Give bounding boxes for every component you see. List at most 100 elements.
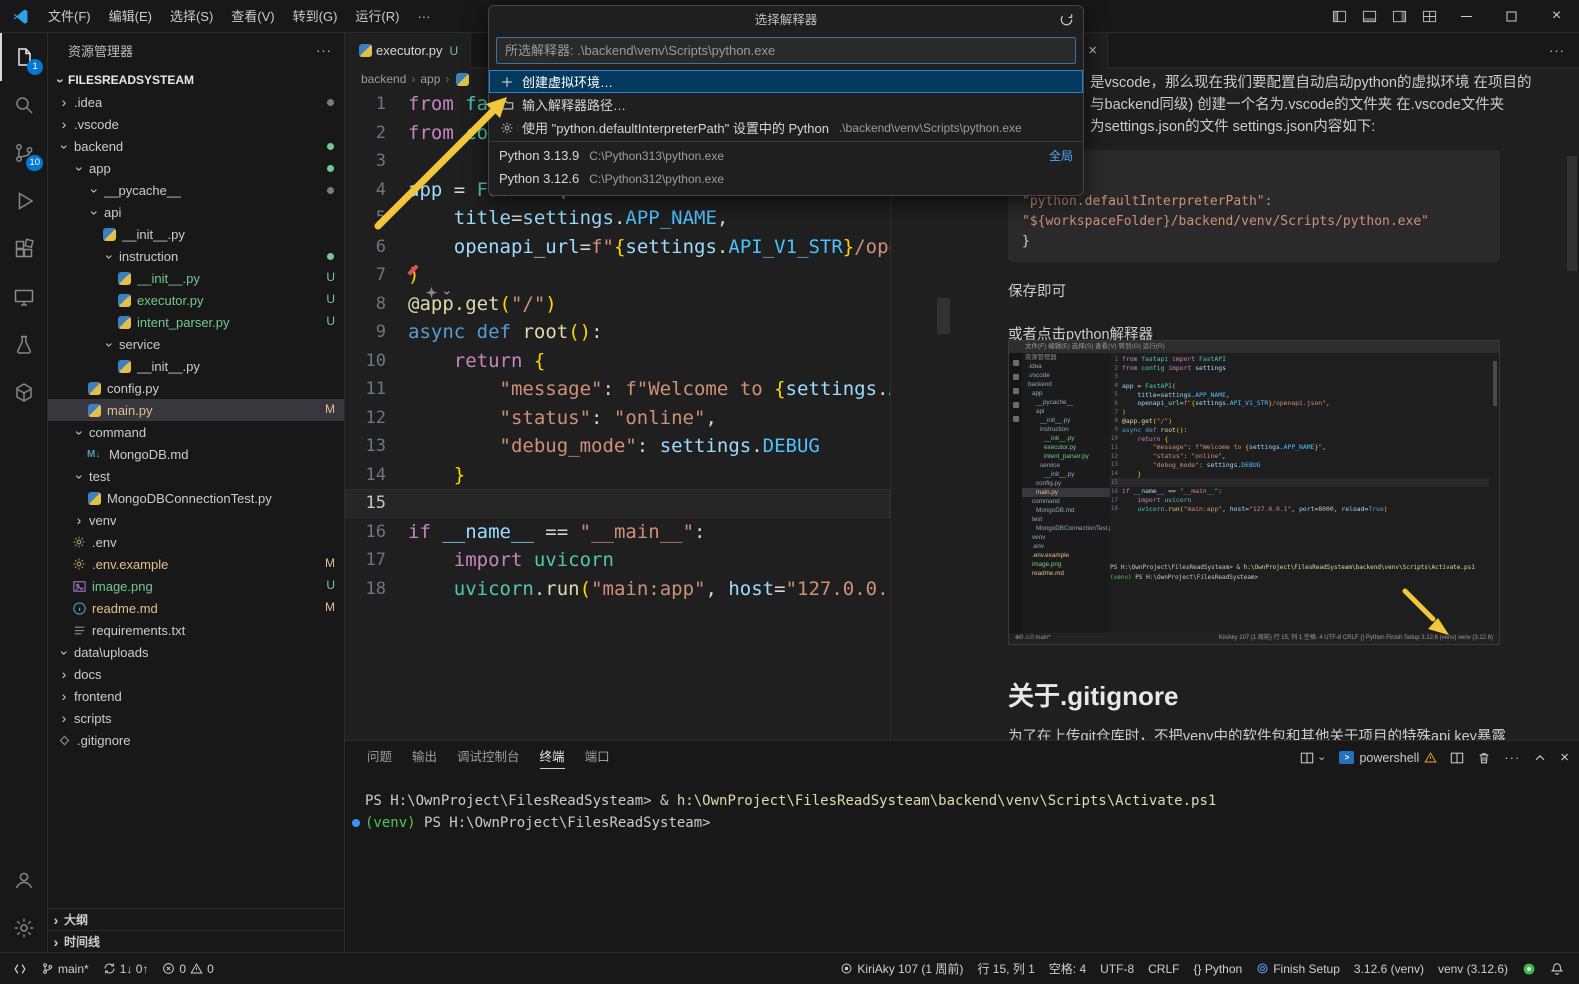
menu-f[interactable]: 文件(F): [39, 0, 100, 33]
menu-v[interactable]: 查看(V): [222, 0, 283, 33]
tree-item-scripts[interactable]: ›scripts: [48, 707, 344, 729]
activitybar-explorer[interactable]: 1: [0, 33, 48, 81]
panel-tab-[interactable]: 终端: [532, 742, 573, 773]
tree-item-gitignore[interactable]: .gitignore: [48, 729, 344, 751]
close-window-button[interactable]: ×: [1534, 0, 1579, 33]
activitybar-search[interactable]: [0, 81, 48, 129]
tree-item-main-py[interactable]: main.pyM: [48, 399, 344, 421]
shell-selector[interactable]: > powershell: [1339, 751, 1437, 765]
statusbar-cursor-position[interactable]: 行 15, 列 1: [970, 953, 1041, 984]
statusbar-eol[interactable]: CRLF: [1141, 953, 1186, 984]
terminal-view-icon[interactable]: ›: [1300, 751, 1326, 765]
refresh-icon[interactable]: [1059, 12, 1074, 27]
kill-terminal-icon[interactable]: [1477, 751, 1491, 765]
tree-item-init-py[interactable]: __init__.py: [48, 355, 344, 377]
statusbar-sync[interactable]: 1↓ 0↑: [96, 953, 156, 984]
tree-item-test[interactable]: ›test: [48, 465, 344, 487]
command-decoration-dot[interactable]: [352, 819, 360, 827]
tree-item-env-example[interactable]: .env.exampleM: [48, 553, 344, 575]
preview-scrollbar[interactable]: [1567, 156, 1577, 271]
tree-item-pycache[interactable]: ›__pycache__: [48, 179, 344, 201]
tree-item-init-py[interactable]: __init__.pyU: [48, 267, 344, 289]
timeline-section[interactable]: ›时间线: [48, 930, 344, 952]
editor-actions-icon[interactable]: ···: [1549, 33, 1565, 68]
menu-r[interactable]: 运行(R): [346, 0, 408, 33]
interpreter-input[interactable]: 所选解释器: .\backend\venv\Scripts\python.exe: [496, 37, 1076, 64]
copilot-sparkle-icon[interactable]: ›: [425, 285, 455, 299]
tree-item-idea[interactable]: ›.idea: [48, 91, 344, 113]
tree-item-mongodb-md[interactable]: M↓MongoDB.md: [48, 443, 344, 465]
statusbar-venv-indicator[interactable]: venv (3.12.6): [1431, 953, 1515, 984]
statusbar-remote[interactable]: [6, 953, 34, 984]
outline-section[interactable]: ›大纲: [48, 908, 344, 930]
tree-item-init-py[interactable]: __init__.py: [48, 223, 344, 245]
tree-item-instruction[interactable]: ›instruction: [48, 245, 344, 267]
menu-g[interactable]: 转到(G): [284, 0, 347, 33]
split-terminal-icon[interactable]: [1450, 751, 1464, 765]
maximize-button[interactable]: [1489, 0, 1534, 33]
statusbar-env-status[interactable]: [1515, 953, 1543, 984]
statusbar-indentation[interactable]: 空格: 4: [1042, 953, 1093, 984]
tree-item-app[interactable]: ›app: [48, 157, 344, 179]
activitybar-settings[interactable]: [0, 904, 48, 952]
tree-item-docs[interactable]: ›docs: [48, 663, 344, 685]
close-panel-icon[interactable]: ×: [1560, 749, 1569, 766]
activitybar-run-debug[interactable]: [0, 177, 48, 225]
toggle-sidebar-icon[interactable]: [1324, 0, 1354, 33]
tree-item-env[interactable]: .env: [48, 531, 344, 553]
toggle-secondary-sidebar-icon[interactable]: [1384, 0, 1414, 33]
activitybar-accounts[interactable]: [0, 856, 48, 904]
activitybar-source-control[interactable]: 10: [0, 129, 48, 177]
panel-more-actions-icon[interactable]: ···: [1504, 750, 1520, 765]
tree-item-service[interactable]: ›service: [48, 333, 344, 355]
tree-item-data-uploads[interactable]: ›data\uploads: [48, 641, 344, 663]
close-tab-icon[interactable]: ×: [1088, 42, 1097, 59]
activitybar-remote-explorer[interactable]: [0, 273, 48, 321]
tree-item-backend[interactable]: ›backend: [48, 135, 344, 157]
tree-item-image-png[interactable]: image.pngU: [48, 575, 344, 597]
customize-layout-icon[interactable]: [1414, 0, 1444, 33]
tree-item-venv[interactable]: ›venv: [48, 509, 344, 531]
tree-item-frontend[interactable]: ›frontend: [48, 685, 344, 707]
tree-item-requirements-txt[interactable]: requirements.txt: [48, 619, 344, 641]
panel-tab-[interactable]: 端口: [577, 742, 618, 773]
tree-item-intent-parser-py[interactable]: intent_parser.pyU: [48, 311, 344, 333]
activitybar-testing[interactable]: [0, 321, 48, 369]
tree-item-config-py[interactable]: config.py: [48, 377, 344, 399]
workspace-section-header[interactable]: › FILESREADSYSTEAM: [48, 68, 344, 91]
statusbar-python-version[interactable]: 3.12.6 (venv): [1347, 953, 1431, 984]
statusbar-problems[interactable]: 00: [155, 953, 220, 984]
tree-item-mongodbconnectiontest-py[interactable]: MongoDBConnectionTest.py: [48, 487, 344, 509]
statusbar-blame[interactable]: KiriAky 107 (1 周前): [833, 953, 970, 984]
tab-executor-py[interactable]: executor.py U: [345, 33, 471, 68]
menu-overflow[interactable]: ···: [408, 9, 439, 24]
minimize-button[interactable]: [1444, 0, 1489, 33]
tree-item-executor-py[interactable]: executor.pyU: [48, 289, 344, 311]
tree-item-api[interactable]: ›api: [48, 201, 344, 223]
toggle-panel-icon[interactable]: [1354, 0, 1384, 33]
editor-scrollbar[interactable]: [937, 298, 950, 334]
panel-tab-[interactable]: 问题: [359, 742, 400, 773]
statusbar-language[interactable]: {} Python: [1186, 953, 1249, 984]
panel-tab-[interactable]: 调试控制台: [449, 742, 528, 773]
quickpick-item-python-3-12-6[interactable]: Python 3.12.6C:\Python312\python.exe: [489, 167, 1083, 190]
menu-s[interactable]: 选择(S): [161, 0, 222, 33]
statusbar-encoding[interactable]: UTF-8: [1093, 953, 1141, 984]
quickpick-item-python-3-13-9[interactable]: Python 3.13.9C:\Python313\python.exe全局: [489, 144, 1083, 167]
activitybar-extensions[interactable]: [0, 225, 48, 273]
breadcrumb-backend[interactable]: backend: [361, 72, 406, 86]
activitybar-packages[interactable]: [0, 369, 48, 417]
tree-item-vscode[interactable]: ›.vscode: [48, 113, 344, 135]
quickpick-item-[interactable]: 创建虚拟环境…: [489, 70, 1083, 93]
menu-e[interactable]: 编辑(E): [100, 0, 161, 33]
panel-tab-[interactable]: 输出: [404, 742, 445, 773]
tree-item-command[interactable]: ›command: [48, 421, 344, 443]
maximize-panel-icon[interactable]: [1533, 751, 1547, 765]
quickpick-item-python-defaultinterpreterpath-python[interactable]: 使用 "python.defaultInterpreterPath" 设置中的 …: [489, 116, 1083, 139]
explorer-more-actions-icon[interactable]: ···: [316, 43, 332, 58]
quickpick-item-[interactable]: 输入解释器路径…: [489, 93, 1083, 116]
terminal-content[interactable]: PS H:\OwnProject\FilesReadSysteam> & h:\…: [345, 774, 1579, 952]
statusbar-notifications[interactable]: [1543, 953, 1571, 984]
tree-item-readme-md[interactable]: readme.mdM: [48, 597, 344, 619]
statusbar-finish-setup[interactable]: Finish Setup: [1249, 953, 1347, 984]
